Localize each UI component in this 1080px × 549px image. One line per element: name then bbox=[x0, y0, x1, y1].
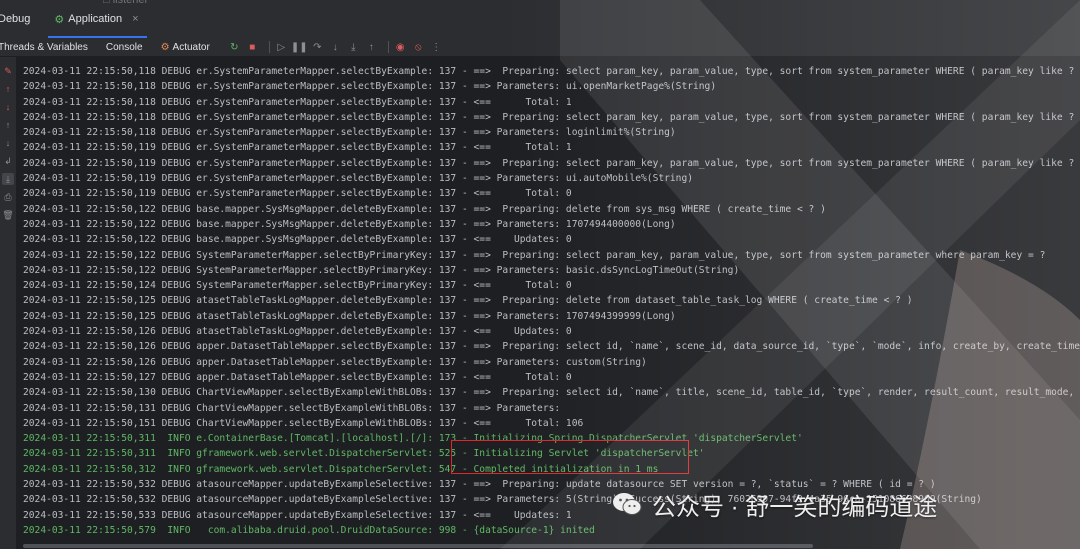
console-line: 2024-03-11 22:15:50,118 DEBUG er.SystemP… bbox=[23, 66, 1080, 77]
top-bar: □ listener Debug ⚙ Application × bbox=[0, 0, 1080, 38]
console-line: 2024-03-11 22:15:50,126 DEBUG apper.Data… bbox=[23, 341, 1080, 353]
tab-console[interactable]: Console bbox=[106, 42, 143, 53]
console-line: 2024-03-11 22:15:50,119 DEBUG er.SystemP… bbox=[23, 188, 572, 200]
pause-icon[interactable]: ❚❚ bbox=[291, 41, 308, 54]
console-line: 2024-03-11 22:15:50,151 DEBUG ChartViewM… bbox=[23, 417, 584, 429]
console-line: 2024-03-11 22:15:50,126 DEBUG apper.Data… bbox=[23, 356, 647, 368]
tab-threads-variables[interactable]: Threads & Variables bbox=[0, 42, 88, 53]
console-line: 2024-03-11 22:15:50,118 DEBUG er.SystemP… bbox=[23, 96, 572, 108]
mute-breakpoints-icon[interactable]: ⦸ bbox=[412, 41, 425, 54]
scroll-to-end-icon[interactable]: ⤓ bbox=[2, 173, 14, 185]
step-out-icon[interactable]: ↑ bbox=[365, 41, 378, 54]
edit-icon[interactable]: ✎ bbox=[2, 65, 14, 77]
spring-boot-icon: ⚙ bbox=[54, 13, 65, 26]
console-line: 2024-03-11 22:15:50,122 DEBUG SystemPara… bbox=[23, 249, 1046, 261]
console-line: 2024-03-11 22:15:50,122 DEBUG SystemPara… bbox=[23, 264, 740, 276]
console-line: 2024-03-11 22:15:50,118 DEBUG er.SystemP… bbox=[23, 127, 676, 139]
actuator-icon: ⚙ bbox=[160, 41, 170, 53]
close-icon[interactable]: × bbox=[132, 13, 138, 25]
console-line: 2024-03-11 22:15:50,130 DEBUG ChartViewM… bbox=[23, 387, 1080, 399]
step-over-icon[interactable]: ↷ bbox=[311, 41, 324, 54]
debug-toolbar: Threads & Variables Console ⚙ Actuator ↻… bbox=[0, 38, 1080, 57]
more-options-icon[interactable]: ⋮ bbox=[430, 41, 443, 54]
force-step-into-icon[interactable]: ⤓ bbox=[347, 41, 360, 54]
tab-application[interactable]: ⚙ Application × bbox=[48, 0, 147, 38]
console-line: 2024-03-11 22:15:50,122 DEBUG base.mappe… bbox=[23, 218, 676, 230]
watermark-text: 公众号 · 舒一笑的编码道途 bbox=[652, 493, 938, 521]
console-line-partial bbox=[23, 56, 1080, 64]
wechat-watermark: 公众号 · 舒一笑的编码道途 bbox=[612, 486, 937, 522]
resume-icon[interactable]: ▷ bbox=[275, 41, 288, 54]
console-line: 2024-03-11 22:15:50,125 DEBUG atasetTabl… bbox=[23, 295, 913, 307]
view-breakpoints-icon[interactable]: ◉ bbox=[394, 41, 407, 54]
debug-title: Debug bbox=[0, 13, 31, 25]
console-line: 2024-03-11 22:15:50,119 DEBUG er.SystemP… bbox=[23, 142, 572, 154]
console-line: 2024-03-11 22:15:50,126 DEBUG atasetTabl… bbox=[23, 326, 572, 338]
console-side-toolbar: ✎ ↑ ↓ ↑ ↓ ↲ ⤓ ⎙ 🗑 bbox=[0, 57, 16, 549]
print-icon[interactable]: ⎙ bbox=[2, 191, 14, 203]
tab-actuator[interactable]: Actuator bbox=[173, 42, 210, 53]
toolbar-separator bbox=[268, 41, 270, 53]
tab-application-label: Application bbox=[68, 13, 123, 25]
scroll-down-icon[interactable]: ↓ bbox=[2, 137, 14, 149]
soft-wrap-icon[interactable]: ↲ bbox=[2, 155, 14, 167]
tab-row: Debug ⚙ Application × bbox=[0, 0, 1080, 38]
console-line: 2024-03-11 22:15:50,127 DEBUG apper.Data… bbox=[23, 371, 572, 383]
horizontal-scrollbar[interactable] bbox=[23, 544, 813, 548]
console-line: 2024-03-11 22:15:50,122 DEBUG base.mappe… bbox=[23, 234, 572, 246]
console-line: 2024-03-11 22:15:50,122 DEBUG base.mappe… bbox=[23, 203, 826, 215]
wechat-logo-icon bbox=[613, 493, 642, 515]
console-line: 2024-03-11 22:15:50,118 DEBUG er.SystemP… bbox=[23, 111, 1080, 123]
console-line: 2024-03-11 22:15:50,131 DEBUG ChartViewM… bbox=[23, 402, 561, 414]
console-line: 2024-03-11 22:15:50,124 DEBUG SystemPara… bbox=[23, 280, 572, 292]
rerun-icon[interactable]: ↻ bbox=[228, 41, 241, 54]
console-line: 2024-03-11 22:15:50,579 INFO com.alibaba… bbox=[23, 524, 595, 536]
stop-icon[interactable]: ■ bbox=[246, 41, 259, 54]
trash-icon[interactable]: 🗑 bbox=[2, 209, 14, 221]
step-into-icon[interactable]: ↓ bbox=[329, 41, 342, 54]
console-line: 2024-03-11 22:15:50,125 DEBUG atasetTabl… bbox=[23, 310, 676, 322]
down-arrow-icon[interactable]: ↓ bbox=[2, 101, 14, 113]
toolbar-separator bbox=[387, 41, 389, 53]
scroll-up-icon[interactable]: ↑ bbox=[2, 119, 14, 131]
console-line: 2024-03-11 22:15:50,119 DEBUG er.SystemP… bbox=[23, 173, 694, 185]
highlight-annotation-box bbox=[451, 440, 689, 474]
console-line: 2024-03-11 22:15:50,118 DEBUG er.SystemP… bbox=[23, 81, 717, 93]
console-line: 2024-03-11 22:15:50,119 DEBUG er.SystemP… bbox=[23, 157, 1080, 169]
up-arrow-icon[interactable]: ↑ bbox=[2, 83, 14, 95]
